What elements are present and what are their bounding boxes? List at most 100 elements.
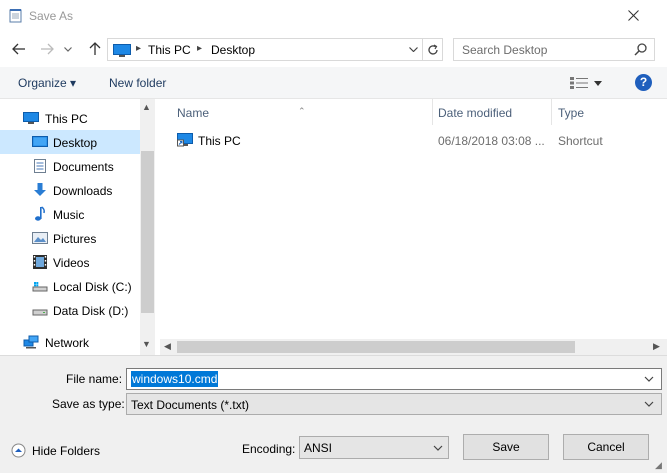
nav-item-videos[interactable]: Videos bbox=[0, 250, 140, 274]
pc-icon bbox=[113, 44, 131, 57]
cancel-button[interactable]: Cancel bbox=[563, 434, 649, 460]
file-name-input[interactable]: windows10.cmd bbox=[126, 368, 662, 390]
nav-item-pictures[interactable]: Pictures bbox=[0, 226, 140, 250]
file-list-horizontal-scrollbar[interactable]: ◀ ▶ bbox=[160, 339, 667, 355]
nav-item-label: This PC bbox=[45, 112, 88, 126]
chevron-up-icon[interactable]: ▲ bbox=[142, 102, 151, 112]
save-type-label: Save as type: bbox=[52, 397, 125, 411]
column-header-name[interactable]: ⌃ Name bbox=[160, 99, 432, 125]
nav-item-label: Videos bbox=[53, 256, 90, 270]
details-view-icon bbox=[570, 77, 588, 89]
window-title: Save As bbox=[29, 9, 74, 23]
nav-item-label: Network bbox=[45, 336, 90, 350]
encoding-value: ANSI bbox=[304, 441, 333, 455]
help-button[interactable]: ? bbox=[635, 74, 652, 91]
address-dropdown-button[interactable] bbox=[404, 39, 422, 60]
file-date: 06/18/2018 03:08 ... bbox=[438, 134, 545, 148]
chevron-down-icon bbox=[644, 401, 654, 407]
nav-item-downloads[interactable]: Downloads bbox=[0, 178, 140, 202]
scrollbar-thumb[interactable] bbox=[177, 341, 575, 353]
chevron-up-circle-icon bbox=[11, 443, 26, 458]
drive-icon bbox=[32, 282, 48, 292]
chevron-down-icon bbox=[408, 47, 418, 52]
downloads-icon bbox=[34, 183, 46, 196]
file-type: Shortcut bbox=[558, 134, 603, 148]
chevron-right-icon[interactable]: ▶ bbox=[653, 341, 660, 352]
save-type-value: Text Documents (*.txt) bbox=[131, 398, 250, 412]
nav-item-music[interactable]: Music bbox=[0, 202, 140, 226]
sort-ascending-icon: ⌃ bbox=[298, 106, 306, 116]
chevron-down-icon bbox=[433, 445, 443, 451]
refresh-button[interactable] bbox=[422, 39, 443, 60]
videos-icon bbox=[33, 255, 47, 269]
notepad-icon bbox=[9, 9, 22, 23]
navigation-pane: This PC Desktop Documents Downloads Musi… bbox=[0, 99, 155, 355]
column-header-date[interactable]: Date modified bbox=[433, 99, 551, 125]
search-box[interactable] bbox=[453, 38, 655, 61]
title-bar: Save As bbox=[0, 0, 667, 31]
file-row[interactable]: This PC 06/18/2018 03:08 ... Shortcut bbox=[170, 129, 667, 151]
search-icon bbox=[634, 43, 647, 56]
change-view-button[interactable] bbox=[570, 74, 610, 92]
column-header-type[interactable]: Type bbox=[552, 99, 667, 125]
chevron-down-icon[interactable] bbox=[644, 372, 654, 386]
file-list: ⌃ Name Date modified Type This PC 06/18/… bbox=[160, 99, 667, 355]
arrow-right-icon bbox=[41, 43, 54, 55]
close-icon bbox=[627, 10, 639, 21]
hide-folders-button[interactable]: Hide Folders bbox=[11, 443, 100, 458]
nav-item-label: Data Disk (D:) bbox=[53, 304, 129, 318]
nav-item-desktop[interactable]: Desktop bbox=[0, 130, 140, 154]
nav-item-label: Desktop bbox=[53, 136, 98, 150]
encoding-select[interactable]: ANSI bbox=[299, 436, 449, 459]
chevron-left-icon[interactable]: ◀ bbox=[164, 341, 171, 352]
nav-scrollbar[interactable]: ▲ ▼ bbox=[140, 99, 155, 355]
address-bar[interactable]: ▸ This PC ▸ Desktop bbox=[107, 38, 443, 61]
resize-grip-icon[interactable]: ◢ bbox=[655, 460, 662, 471]
network-icon bbox=[23, 335, 39, 349]
nav-item-label: Music bbox=[53, 208, 85, 222]
chevron-right-icon: ▸ bbox=[136, 43, 142, 54]
pictures-icon bbox=[32, 232, 48, 244]
music-icon bbox=[35, 206, 45, 221]
nav-item-network[interactable]: Network bbox=[0, 330, 140, 354]
nav-item-label: Documents bbox=[53, 160, 114, 174]
file-name-value[interactable]: windows10.cmd bbox=[131, 371, 219, 387]
file-name-label: File name: bbox=[66, 372, 123, 386]
desktop-icon bbox=[32, 136, 48, 147]
nav-item-label: Downloads bbox=[53, 184, 113, 198]
scrollbar-thumb[interactable] bbox=[141, 151, 154, 313]
forward-button[interactable] bbox=[36, 39, 58, 59]
nav-item-documents[interactable]: Documents bbox=[0, 154, 140, 178]
caret-down-icon bbox=[594, 80, 602, 86]
column-label: Date modified bbox=[438, 106, 513, 120]
back-button[interactable] bbox=[8, 39, 30, 59]
new-folder-button[interactable]: New folder bbox=[109, 76, 166, 90]
nav-item-this-pc[interactable]: This PC bbox=[0, 106, 140, 130]
refresh-icon bbox=[428, 43, 438, 55]
arrow-up-icon bbox=[89, 42, 101, 55]
recent-locations-button[interactable] bbox=[61, 39, 75, 59]
close-button[interactable] bbox=[610, 0, 656, 31]
save-button[interactable]: Save bbox=[463, 434, 549, 460]
pc-shortcut-icon bbox=[177, 133, 193, 147]
chevron-right-icon: ▸ bbox=[197, 43, 203, 54]
nav-item-label: Pictures bbox=[53, 232, 97, 246]
command-bar: Organize ▾ New folder ? bbox=[0, 67, 667, 99]
breadcrumb-desktop[interactable]: Desktop bbox=[211, 43, 255, 57]
file-name: This PC bbox=[198, 134, 241, 148]
organize-button[interactable]: Organize ▾ bbox=[18, 76, 76, 90]
column-label: Type bbox=[558, 106, 585, 120]
chevron-down-icon[interactable]: ▼ bbox=[142, 339, 151, 349]
search-input[interactable] bbox=[454, 39, 630, 60]
hide-folders-label: Hide Folders bbox=[32, 444, 101, 458]
arrow-left-icon bbox=[12, 43, 25, 55]
nav-item-data-disk-d[interactable]: Data Disk (D:) bbox=[0, 298, 140, 322]
breadcrumb-this-pc[interactable]: This PC bbox=[148, 43, 191, 57]
nav-item-label: Local Disk (C:) bbox=[53, 280, 132, 294]
up-button[interactable] bbox=[84, 39, 106, 59]
save-type-select[interactable]: Text Documents (*.txt) bbox=[126, 393, 662, 415]
column-label: Name bbox=[177, 106, 210, 120]
drive-icon bbox=[32, 309, 48, 316]
documents-icon bbox=[34, 159, 46, 173]
nav-item-local-disk-c[interactable]: Local Disk (C:) bbox=[0, 274, 140, 298]
